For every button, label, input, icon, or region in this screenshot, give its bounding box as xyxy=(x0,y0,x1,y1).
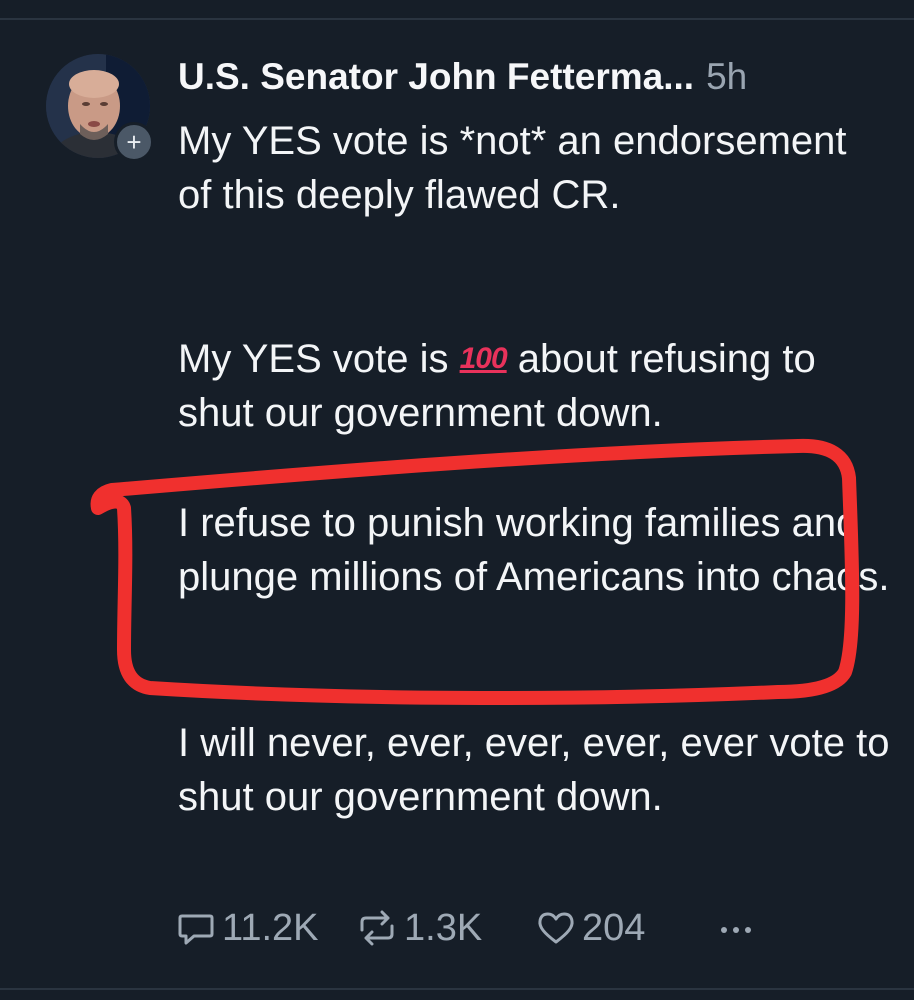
like-button[interactable]: 204 xyxy=(536,900,645,956)
bottom-divider xyxy=(0,988,914,990)
post-paragraph-3: I refuse to punish working families and … xyxy=(178,501,890,599)
reply-button[interactable]: 11.2K xyxy=(176,900,318,956)
post-actions-bar: 11.2K 1.3K 204 xyxy=(176,900,896,956)
more-icon xyxy=(721,927,751,933)
repost-count: 1.3K xyxy=(404,906,483,949)
paragraph-2-lead: My YES vote is xyxy=(178,337,449,381)
post-paragraph-4: I will never, ever, ever, ever, ever vot… xyxy=(178,721,890,819)
post-paragraph-1: My YES vote is *not* an endorsement of t… xyxy=(178,119,847,217)
like-count: 204 xyxy=(582,906,646,949)
heart-icon xyxy=(538,912,574,944)
author-name[interactable]: U.S. Senator John Fetterma... xyxy=(178,56,694,98)
author-avatar[interactable]: + xyxy=(46,54,154,162)
post-header: U.S. Senator John Fetterma... 5h xyxy=(178,56,890,108)
hundred-points-emoji: 100 xyxy=(459,342,508,375)
repost-icon xyxy=(360,910,394,946)
post-timestamp[interactable]: 5h xyxy=(706,56,747,98)
repost-button[interactable]: 1.3K xyxy=(356,900,482,956)
reply-icon xyxy=(178,914,214,945)
reply-count: 11.2K xyxy=(222,906,319,949)
more-options-button[interactable] xyxy=(716,900,762,956)
post-paragraph-2: My YES vote is 100 about refusing to shu… xyxy=(178,332,890,440)
follow-plus-icon[interactable]: + xyxy=(114,122,154,162)
top-divider xyxy=(0,18,914,20)
